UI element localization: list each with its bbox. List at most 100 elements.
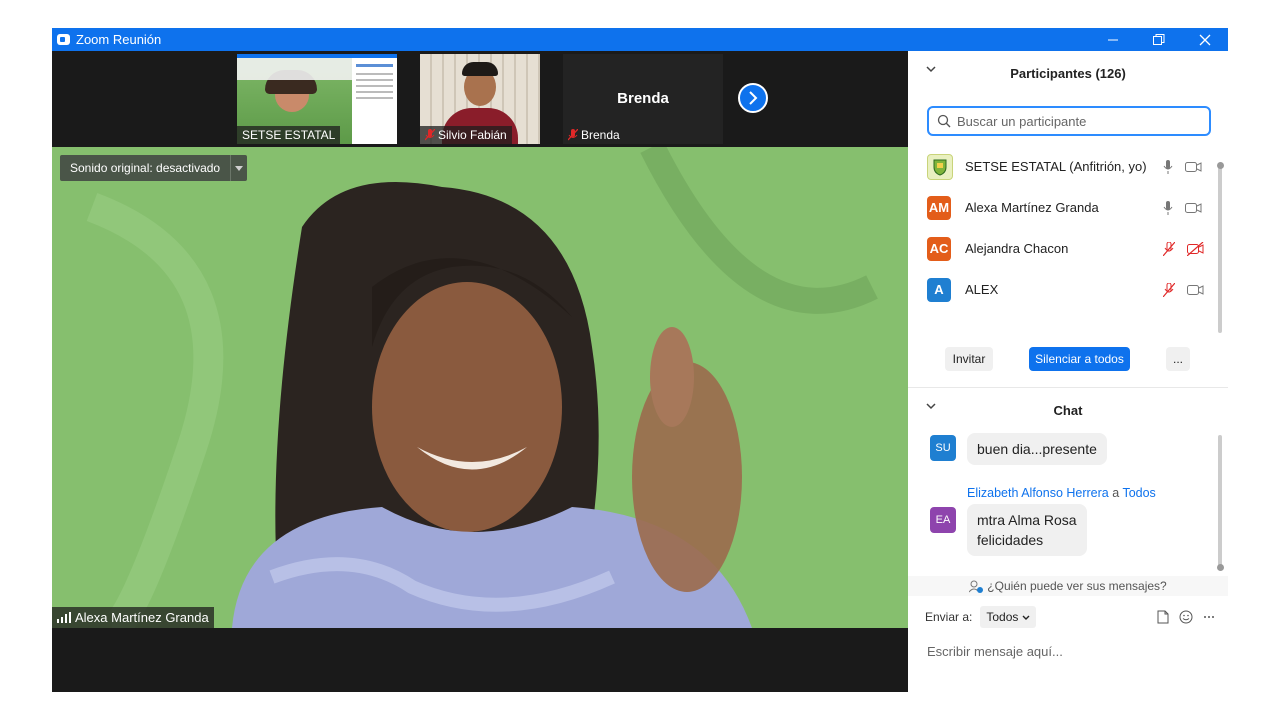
speaker-name-label: Alexa Martínez Granda (52, 607, 214, 628)
thumbnail-strip: SETSE ESTATAL Silvio Fabián Brenda Brend… (52, 51, 908, 147)
participant-name: ALEX (965, 282, 999, 297)
thumb-gallery-row (237, 58, 352, 80)
participant-row[interactable]: SETSE ESTATAL (Anfitrión, yo) (908, 146, 1218, 187)
original-sound-toggle[interactable]: Sonido original: desactivado (60, 155, 248, 181)
chevron-right-icon (749, 91, 758, 105)
chevron-down-icon (1022, 615, 1030, 620)
speaker-video-image (52, 147, 908, 628)
mic-muted-icon (1163, 241, 1175, 256)
collapse-chevron-icon[interactable] (926, 66, 936, 73)
video-camera-icon (1187, 284, 1204, 295)
participant-status-icons (1163, 200, 1202, 215)
mic-muted-icon (568, 129, 578, 141)
thumb-shared-doc (352, 58, 397, 144)
collapse-chevron-icon[interactable] (926, 403, 936, 410)
thumb-name-label: Brenda (563, 126, 625, 144)
participant-search[interactable] (927, 106, 1211, 136)
search-input[interactable] (955, 112, 1199, 130)
send-to-label: Enviar a: (925, 610, 973, 624)
chat-messages: SU buen dia...presente Elizabeth Alfonso… (908, 429, 1228, 575)
thumbnail-silvio[interactable]: Silvio Fabián (420, 54, 540, 144)
video-camera-icon (1185, 161, 1202, 172)
close-button[interactable] (1182, 28, 1228, 51)
signal-strength-icon (57, 612, 71, 623)
sender-name[interactable]: Elizabeth Alfonso Herrera (967, 486, 1109, 500)
chat-message-input[interactable] (925, 639, 1219, 663)
next-page-button[interactable] (738, 83, 768, 113)
thumb-name-label: SETSE ESTATAL (237, 126, 341, 144)
avatar (927, 153, 953, 180)
participant-name: Alejandra Chacon (965, 241, 1069, 256)
mute-all-button[interactable]: Silenciar a todos (1029, 347, 1130, 371)
chat-scrollbar[interactable] (1217, 435, 1224, 571)
participant-status-icons (1163, 241, 1204, 256)
chevron-down-icon (235, 165, 244, 171)
shield-logo-icon (933, 159, 947, 176)
avatar: AM (927, 195, 951, 220)
window-title: Zoom Reunión (76, 32, 162, 47)
mic-muted-icon (425, 129, 435, 141)
search-icon (937, 114, 951, 128)
participants-title: Participantes (126) (1010, 65, 1126, 81)
participant-status-icons (1163, 282, 1204, 297)
more-horizontal-icon[interactable] (1203, 615, 1215, 619)
thumbnail-brenda[interactable]: Brenda Brenda (563, 54, 723, 144)
chat-message: buen dia...presente (967, 433, 1107, 465)
side-panel: Participantes (126) SETSE ESTATAL (Anfit… (908, 51, 1228, 692)
restore-button[interactable] (1136, 28, 1182, 51)
zoom-window: Zoom Reunión SETSE ESTATAL Silvio Fabián… (52, 28, 1228, 692)
participants-header: Participantes (126) (908, 53, 1228, 93)
chat-sender-line: Elizabeth Alfonso Herrera a Todos (967, 486, 1156, 500)
chat-message-line: felicidades (977, 532, 1044, 548)
invite-button[interactable]: Invitar (945, 347, 993, 371)
chat-title: Chat (1053, 402, 1083, 418)
thumb-big-name: Brenda (617, 90, 669, 107)
avatar: SU (930, 435, 956, 461)
participant-actions: Invitar Silenciar a todos ... (908, 347, 1228, 377)
video-off-icon (1187, 241, 1204, 256)
recipient-name[interactable]: Todos (1122, 486, 1155, 500)
mic-icon (1163, 159, 1173, 174)
more-options-button[interactable]: ... (1166, 347, 1190, 371)
emoji-icon[interactable] (1179, 610, 1193, 624)
participant-name: Alexa Martínez Granda (965, 200, 1099, 215)
mic-icon (1163, 200, 1173, 215)
zoom-app-icon (57, 34, 70, 45)
video-area: SETSE ESTATAL Silvio Fabián Brenda Brend… (52, 51, 908, 692)
avatar: A (927, 277, 951, 302)
thumb-name-label: Silvio Fabián (420, 126, 512, 144)
restore-icon (1153, 33, 1165, 45)
avatar: AC (927, 236, 951, 261)
chat-message: mtra Alma Rosa felicidades (967, 504, 1087, 556)
participant-name: SETSE ESTATAL (Anfitrión, yo) (965, 159, 1147, 174)
participant-status-icons (1163, 159, 1202, 174)
file-icon[interactable] (1157, 610, 1169, 624)
person-visibility-icon (969, 580, 984, 593)
close-icon (1199, 34, 1211, 45)
chat-header: Chat (908, 390, 1228, 430)
participant-list: SETSE ESTATAL (Anfitrión, yo) AM Alexa M… (908, 146, 1228, 312)
send-to-row: Enviar a: Todos (925, 606, 1215, 628)
participant-row[interactable]: AM Alexa Martínez Granda (908, 187, 1218, 228)
participant-row[interactable]: AC Alejandra Chacon (908, 228, 1218, 269)
thumbnail-setse[interactable]: SETSE ESTATAL (237, 54, 397, 144)
who-can-see-link[interactable]: ¿Quién puede ver sus mensajes? (908, 576, 1228, 596)
original-sound-dropdown[interactable] (230, 155, 247, 181)
minimize-icon (1107, 39, 1118, 41)
section-divider (908, 387, 1228, 388)
minimize-button[interactable] (1090, 28, 1136, 51)
chat-message-line: mtra Alma Rosa (977, 512, 1077, 528)
avatar: EA (930, 507, 956, 533)
participant-row[interactable]: A ALEX (908, 269, 1218, 310)
video-camera-icon (1185, 202, 1202, 213)
window-controls (1090, 28, 1228, 51)
original-sound-label: Sonido original: desactivado (70, 161, 221, 175)
participants-scrollbar[interactable] (1217, 162, 1224, 333)
thumb-hair (462, 62, 498, 76)
chat-tools (1157, 606, 1215, 628)
sender-to-word: a (1112, 486, 1120, 500)
title-bar: Zoom Reunión (52, 28, 1228, 51)
mic-muted-icon (1163, 282, 1175, 297)
recipient-select[interactable]: Todos (980, 606, 1037, 628)
active-speaker-video: Sonido original: desactivado Alexa Martí… (52, 147, 908, 628)
